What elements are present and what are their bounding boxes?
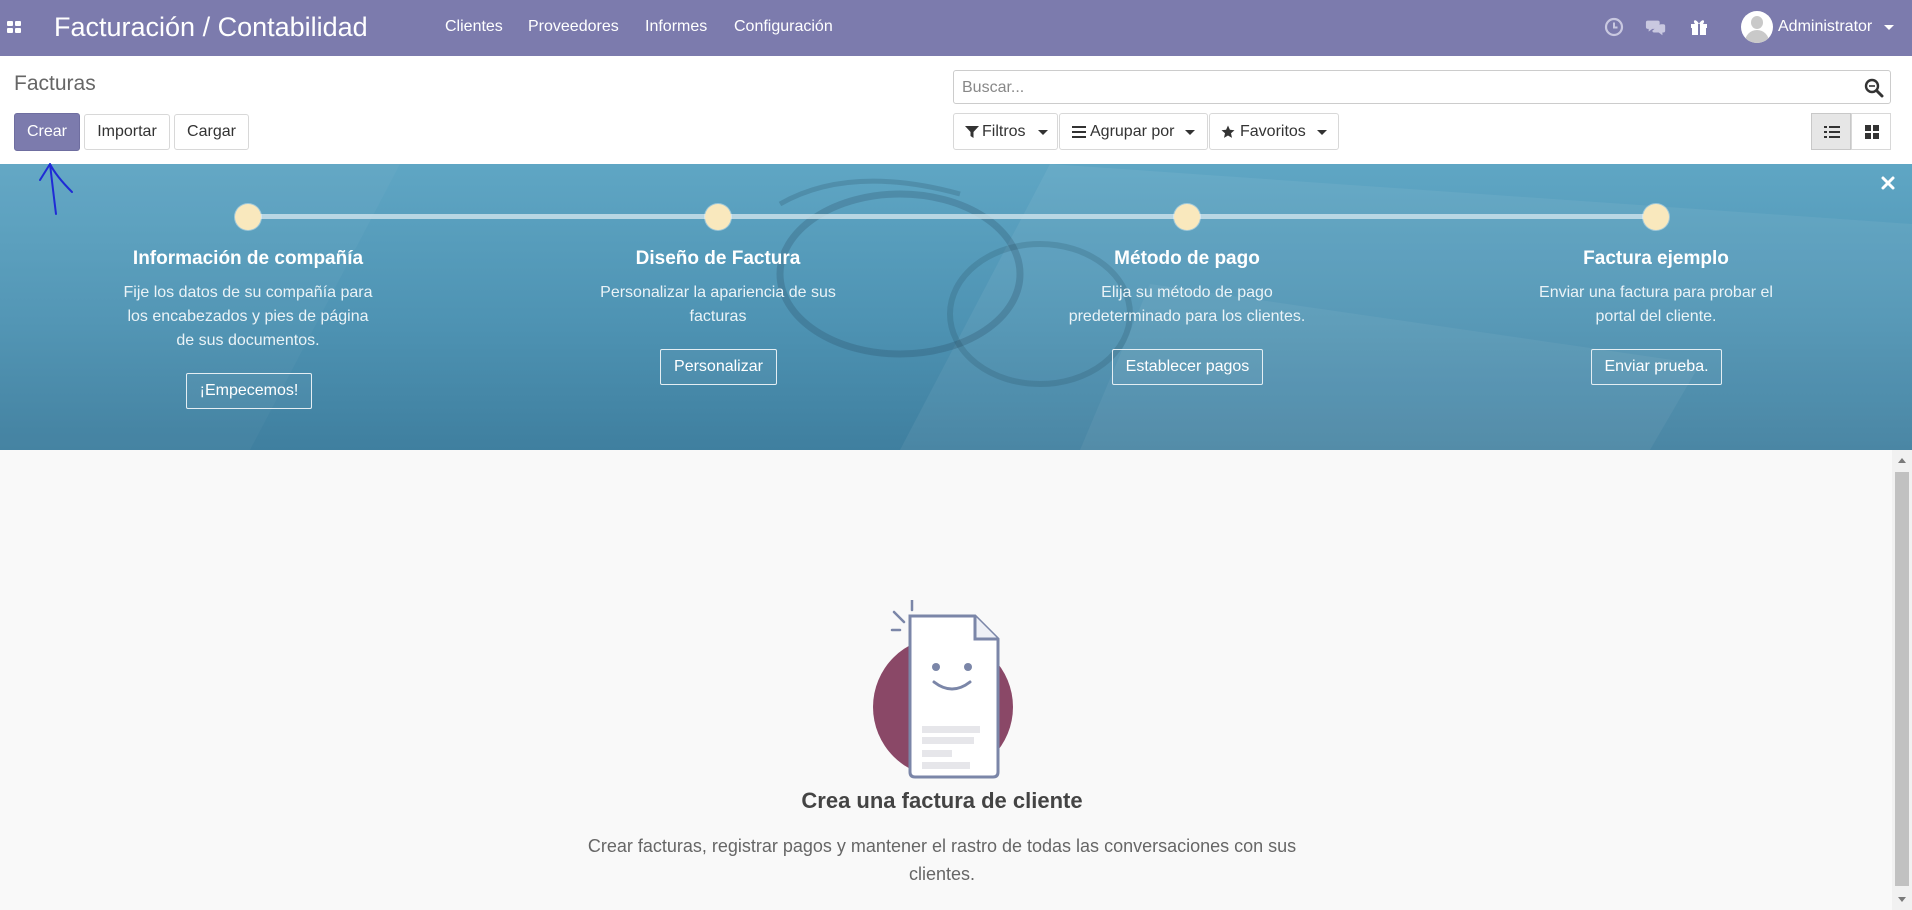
clock-icon[interactable] <box>1603 16 1625 38</box>
onboarding-step-company: Información de compañía Fije los datos d… <box>13 164 483 450</box>
scroll-down-arrow-icon[interactable] <box>1898 897 1906 902</box>
gift-icon[interactable] <box>1688 16 1710 38</box>
chat-icon[interactable] <box>1645 16 1667 38</box>
empty-state: Crea una factura de cliente Crear factur… <box>0 450 1892 910</box>
view-switcher <box>1811 113 1891 150</box>
step-title: Diseño de Factura <box>635 248 801 269</box>
caret-down-icon <box>1185 130 1195 135</box>
avatar[interactable] <box>1741 11 1773 43</box>
filter-icon <box>965 126 979 138</box>
app-title[interactable]: Facturación / Contabilidad <box>54 12 368 43</box>
scroll-up-arrow-icon[interactable] <box>1898 458 1906 463</box>
onboarding-step-payment-method: Método de pago Elija su método de pago p… <box>952 164 1422 450</box>
step-dot <box>1643 204 1669 230</box>
caret-down-icon <box>1038 130 1048 135</box>
filters-label: Filtros <box>982 123 1026 140</box>
bars-icon <box>1072 126 1086 138</box>
control-panel: Facturas Crear Importar Cargar Filtros A… <box>0 56 1912 165</box>
scroll-thumb[interactable] <box>1895 472 1909 886</box>
caret-down-icon[interactable] <box>1884 25 1894 30</box>
step-dot <box>705 204 731 230</box>
upload-button[interactable]: Cargar <box>174 114 249 150</box>
favorites-label: Favoritos <box>1240 123 1306 140</box>
step-title: Factura ejemplo <box>1583 248 1729 269</box>
set-payments-button[interactable]: Establecer pagos <box>1112 349 1263 385</box>
empty-state-text: Crear facturas, registrar pagos y manten… <box>587 836 1297 884</box>
step-title: Método de pago <box>1114 248 1260 269</box>
favorites-dropdown[interactable]: Favoritos <box>1209 113 1339 150</box>
search-box <box>953 70 1891 104</box>
step-description: Personalizar la apariencia de sus factur… <box>600 284 836 325</box>
onboarding-banner: Información de compañía Fije los datos d… <box>0 164 1912 450</box>
step-description: Fije los datos de su compañía para los e… <box>123 284 373 349</box>
annotation-arrow <box>39 163 73 215</box>
menu-item-proveedores[interactable]: Proveedores <box>528 18 619 36</box>
kanban-view-button[interactable] <box>1851 113 1891 150</box>
step-dot <box>1174 204 1200 230</box>
onboarding-step-sample-invoice: Factura ejemplo Enviar una factura para … <box>1421 164 1891 450</box>
empty-invoice-illustration <box>873 600 1013 779</box>
group-by-dropdown[interactable]: Agrupar por <box>1059 113 1208 150</box>
vertical-scrollbar[interactable] <box>1892 450 1912 910</box>
menu-item-clientes[interactable]: Clientes <box>445 18 503 36</box>
group-by-label: Agrupar por <box>1090 123 1175 140</box>
apps-menu-icon[interactable] <box>7 21 21 33</box>
onboarding-step-invoice-layout: Diseño de Factura Personalizar la aparie… <box>483 164 953 450</box>
caret-down-icon <box>1317 130 1327 135</box>
star-icon <box>1221 125 1235 138</box>
import-button[interactable]: Importar <box>84 114 170 150</box>
step-dot <box>235 204 261 230</box>
step-title: Información de compañía <box>132 248 364 269</box>
filters-dropdown[interactable]: Filtros <box>953 113 1058 150</box>
send-sample-button[interactable]: Enviar prueba. <box>1591 349 1722 385</box>
list-icon <box>1824 126 1840 138</box>
menu-item-configuracion[interactable]: Configuración <box>734 18 833 36</box>
breadcrumb: Facturas <box>14 72 96 95</box>
main-navbar: Facturación / Contabilidad Clientes Prov… <box>0 0 1912 56</box>
lets-start-button[interactable]: ¡Empecemos! <box>186 373 312 409</box>
search-input[interactable] <box>960 74 1844 102</box>
create-button[interactable]: Crear <box>14 113 80 151</box>
search-icon[interactable] <box>1864 78 1884 98</box>
step-description: Enviar una factura para probar el portal… <box>1539 284 1773 325</box>
menu-item-informes[interactable]: Informes <box>645 18 707 36</box>
kanban-icon <box>1865 125 1879 139</box>
list-view-button[interactable] <box>1811 113 1851 150</box>
customize-button[interactable]: Personalizar <box>660 349 777 385</box>
empty-state-title: Crea una factura de cliente <box>801 788 1083 813</box>
user-name[interactable]: Administrator <box>1778 18 1872 36</box>
step-description: Elija su método de pago predeterminado p… <box>1068 284 1306 325</box>
